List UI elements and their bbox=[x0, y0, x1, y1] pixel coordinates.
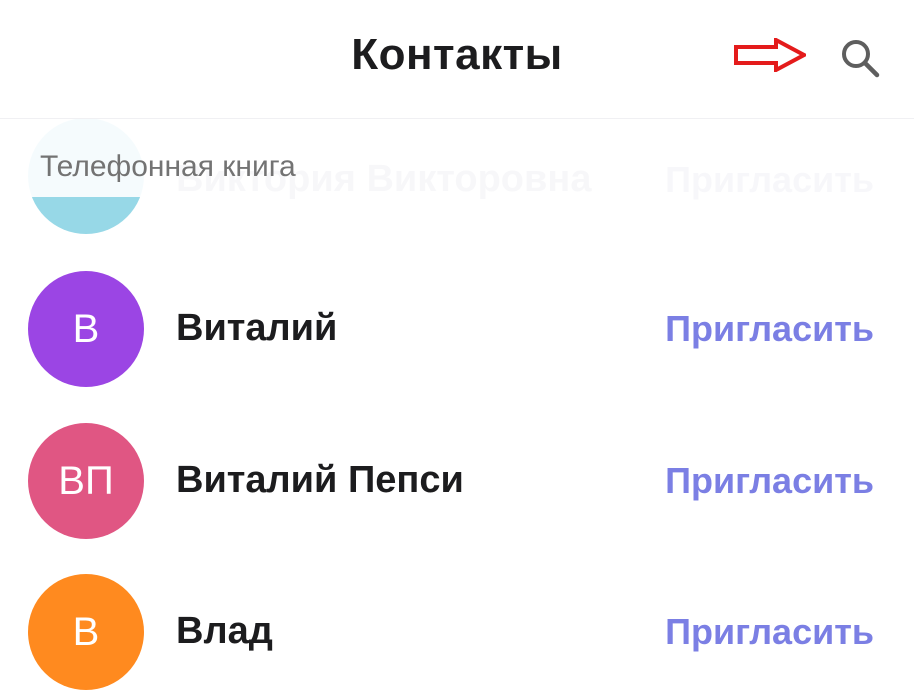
top-bar: Контакты bbox=[0, 0, 914, 119]
invite-button[interactable]: Пригласить bbox=[665, 611, 874, 653]
list-item[interactable]: В Виталий Пригласить bbox=[0, 269, 914, 420]
section-header: Телефонная книга bbox=[40, 150, 296, 183]
contact-name: Виталий Пепси bbox=[176, 459, 464, 501]
arrow-right-icon bbox=[734, 38, 806, 72]
avatar: В bbox=[28, 271, 144, 387]
contacts-screen: Контакты Виктория Викторовна Пригласить … bbox=[0, 0, 914, 700]
search-button[interactable] bbox=[834, 32, 886, 84]
avatar-initials: В bbox=[72, 609, 100, 654]
invite-button[interactable]: Пригласить bbox=[665, 308, 874, 350]
avatar: ВП bbox=[28, 423, 144, 539]
list-item[interactable]: В Влад Пригласить bbox=[0, 571, 914, 700]
contact-name: Влад bbox=[176, 610, 273, 652]
avatar-initials: ВП bbox=[58, 458, 114, 503]
list-item[interactable]: Виктория Викторовна Пригласить bbox=[0, 118, 914, 269]
contacts-list[interactable]: Виктория Викторовна Пригласить Телефонна… bbox=[0, 118, 914, 700]
invite-button[interactable]: Пригласить bbox=[665, 159, 874, 201]
avatar-initials: В bbox=[72, 306, 100, 351]
invite-button[interactable]: Пригласить bbox=[665, 460, 874, 502]
contact-name: Виталий bbox=[176, 307, 338, 349]
list-item[interactable]: ВП Виталий Пепси Пригласить bbox=[0, 420, 914, 571]
search-icon bbox=[842, 40, 880, 78]
avatar: В bbox=[28, 574, 144, 690]
